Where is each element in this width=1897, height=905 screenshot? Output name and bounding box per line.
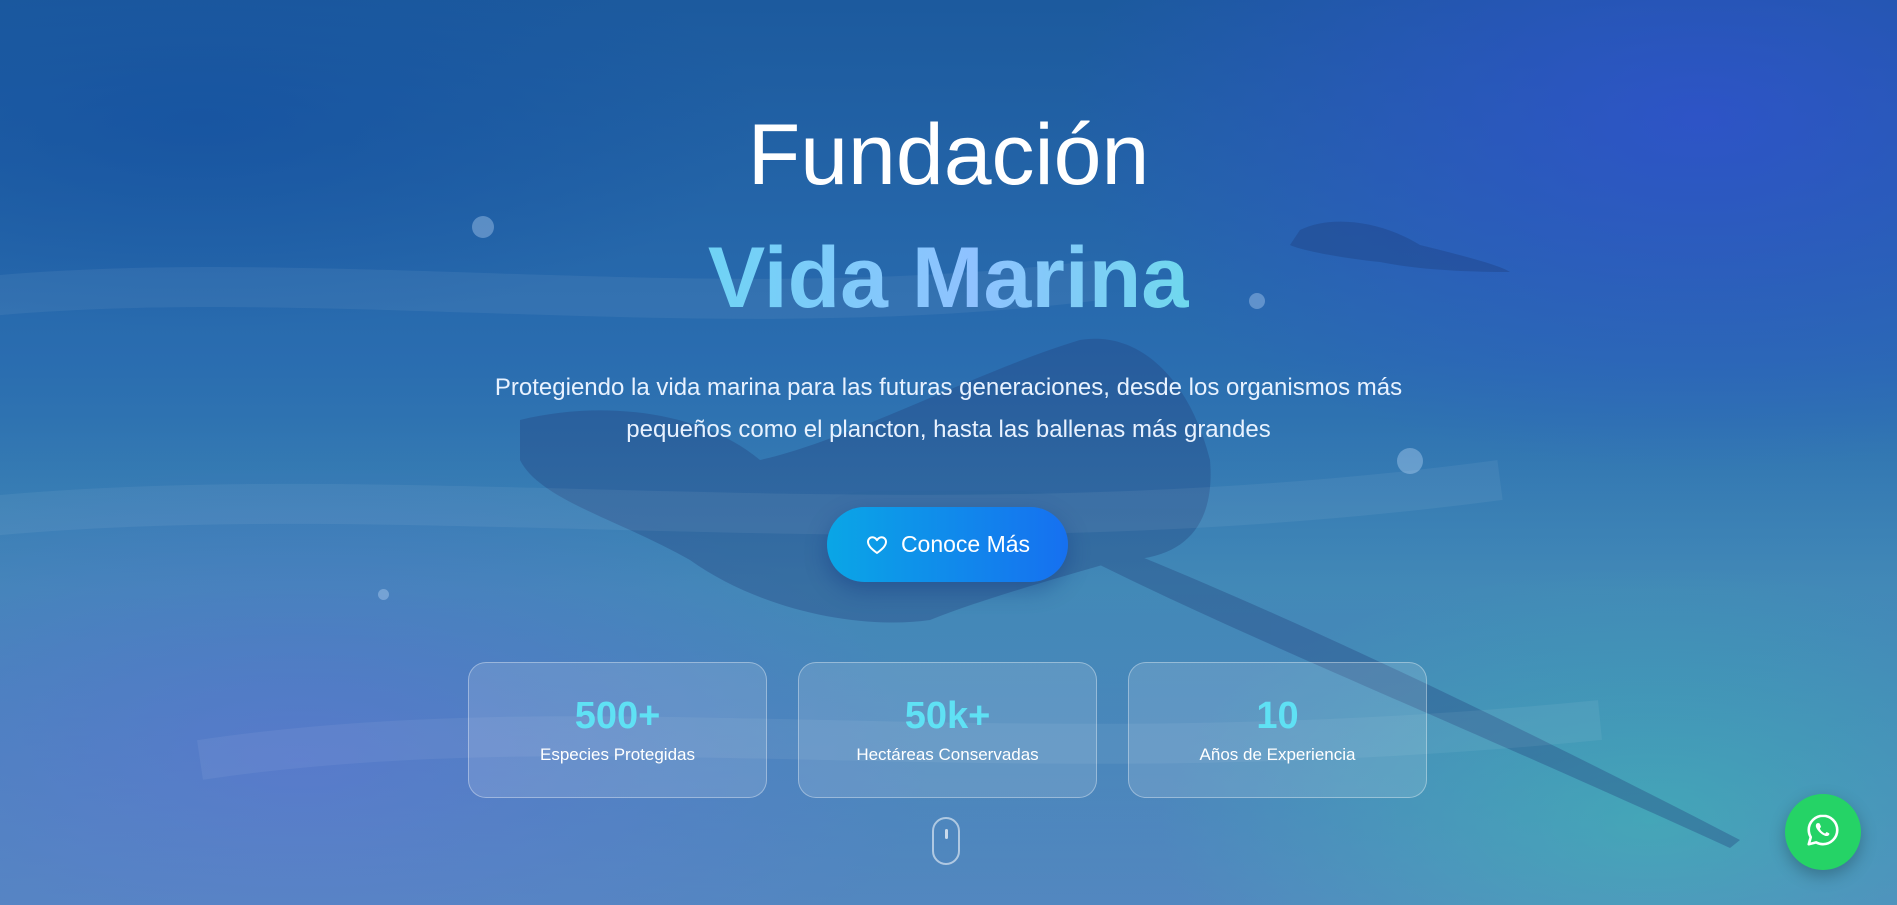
stats-row: 500+ Especies Protegidas 50k+ Hectáreas …	[468, 662, 1427, 798]
whatsapp-icon	[1804, 811, 1842, 854]
mouse-wheel	[945, 829, 948, 839]
stat-value: 50k+	[904, 695, 991, 737]
hero-title-highlight: Vida Marina	[707, 230, 1190, 326]
stat-label: Años de Experiencia	[1199, 745, 1356, 764]
stat-card-experience: 10 Años de Experiencia	[1128, 662, 1427, 798]
hero-content: Fundación Vida Marina Protegiendo la vid…	[0, 0, 1897, 905]
mouse-scroll-icon[interactable]	[932, 817, 960, 865]
conoce-mas-label: Conoce Más	[900, 531, 1031, 557]
hero-subtitle-line2: pequeños como el plancton, hasta las bal…	[626, 416, 1271, 443]
stat-label: Hectáreas Conservadas	[856, 745, 1039, 764]
stat-card-hectares: 50k+ Hectáreas Conservadas	[798, 662, 1097, 798]
stat-card-species: 500+ Especies Protegidas	[468, 662, 767, 798]
stat-value: 500+	[574, 695, 661, 737]
conoce-mas-button[interactable]: Conoce Más	[827, 507, 1068, 582]
hero-title-line2: Vida Marina	[0, 228, 1897, 328]
heart-icon	[865, 533, 889, 557]
stat-label: Especies Protegidas	[540, 745, 695, 764]
hero-title-line1: Fundación	[747, 107, 1150, 203]
stat-value: 10	[1256, 695, 1299, 737]
hero-section: Fundación Vida Marina Protegiendo la vid…	[0, 0, 1897, 905]
hero-subtitle: Protegiendo la vida marina para las futu…	[460, 367, 1437, 451]
hero-subtitle-line1: Protegiendo la vida marina para las futu…	[494, 374, 1403, 401]
whatsapp-button[interactable]	[1785, 794, 1861, 870]
